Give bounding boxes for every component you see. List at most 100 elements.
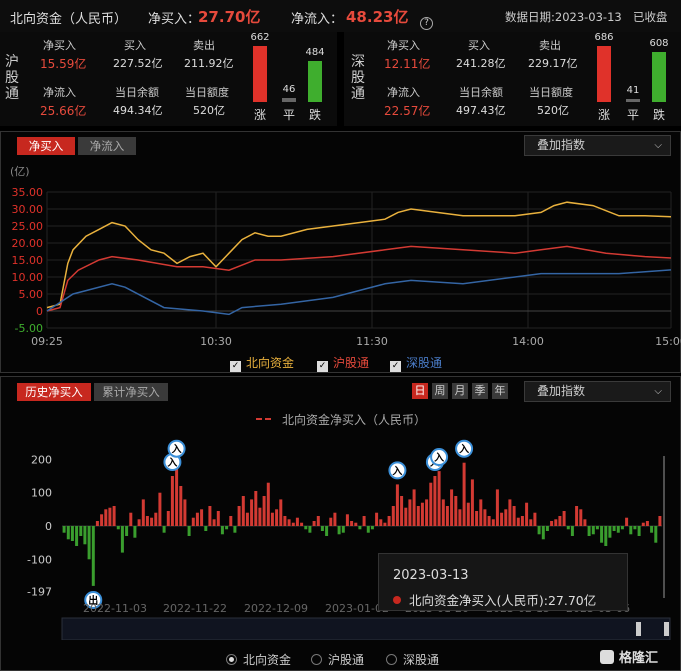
bar bbox=[566, 526, 570, 530]
sh-net-flow-value: 25.66亿 bbox=[40, 104, 87, 118]
bar bbox=[391, 506, 395, 526]
bar bbox=[562, 511, 566, 526]
bar bbox=[591, 526, 595, 535]
tooltip-value-text: 北向资金净买入(人民币):27.70亿 bbox=[409, 593, 597, 608]
y-tick-label: 100 bbox=[31, 487, 52, 500]
period-week[interactable]: 周 bbox=[432, 383, 448, 399]
logo-icon bbox=[600, 650, 614, 664]
period-day[interactable]: 日 bbox=[412, 383, 428, 399]
bar bbox=[579, 509, 583, 526]
bar bbox=[270, 512, 274, 526]
bar bbox=[191, 517, 195, 526]
bar bbox=[329, 517, 333, 526]
bar bbox=[70, 526, 74, 541]
bar bbox=[504, 509, 508, 526]
tab-cumulative-net-buy[interactable]: 累计净买入 bbox=[94, 383, 168, 401]
history-tooltip: 2023-03-13 北向资金净买入(人民币):27.70亿 bbox=[378, 553, 628, 611]
legend-northbound[interactable]: ✓ 北向资金 bbox=[230, 354, 294, 372]
range-slider-handle bbox=[664, 622, 669, 636]
bar bbox=[458, 509, 462, 526]
breadth-bar-flat bbox=[282, 98, 296, 102]
bar bbox=[229, 516, 233, 526]
marker-label: 入 bbox=[434, 452, 444, 464]
history-legend-text: 北向资金净买入（人民币） bbox=[282, 412, 426, 427]
radio-northbound[interactable]: 北向资金 bbox=[226, 651, 291, 668]
bar bbox=[608, 526, 612, 538]
bar bbox=[420, 502, 424, 526]
y-tick-label: 30.00 bbox=[12, 203, 44, 216]
history-overlay-dropdown[interactable]: 叠加指数 ⌵ bbox=[524, 381, 671, 402]
bar bbox=[383, 522, 387, 526]
sh-connect-panel: 沪股通 净买入 15.59亿 买入 227.52亿 卖出 211.92亿 净流入… bbox=[0, 32, 337, 126]
bar bbox=[291, 522, 295, 526]
bar bbox=[237, 506, 241, 526]
bar bbox=[308, 526, 312, 533]
bar bbox=[154, 512, 158, 526]
bar bbox=[137, 519, 141, 526]
bar bbox=[95, 521, 99, 526]
sh-balance-label: 当日余额 bbox=[115, 86, 159, 99]
checkbox-checked-icon: ✓ bbox=[390, 361, 401, 372]
bar bbox=[650, 526, 654, 533]
bar bbox=[450, 489, 454, 526]
y-tick-label: -5.00 bbox=[15, 322, 43, 335]
y-unit-label: (亿) bbox=[10, 165, 30, 178]
bar bbox=[279, 499, 283, 526]
breadth-label-flat: 平 bbox=[282, 108, 295, 122]
sz-sell-value: 229.17亿 bbox=[528, 57, 578, 70]
bar bbox=[570, 526, 574, 536]
breadth-count-down: 608 bbox=[649, 38, 669, 50]
bar bbox=[641, 522, 645, 526]
bar bbox=[475, 511, 479, 526]
net-flow-value: 48.23亿 bbox=[346, 8, 409, 26]
bar bbox=[62, 526, 66, 533]
bar bbox=[87, 526, 91, 560]
legend-sz-connect[interactable]: ✓ 深股通 bbox=[390, 354, 442, 372]
x-tick-label: 11:30 bbox=[356, 335, 388, 348]
bar bbox=[162, 526, 166, 533]
tooltip-date: 2023-03-13 bbox=[393, 568, 469, 583]
tab-net-buy[interactable]: 净买入 bbox=[17, 137, 75, 155]
bar bbox=[141, 499, 145, 526]
period-month[interactable]: 月 bbox=[452, 383, 468, 399]
period-quarter[interactable]: 季 bbox=[472, 383, 488, 399]
bar bbox=[495, 489, 499, 526]
breadth-bar-flat bbox=[626, 98, 640, 102]
y-tick-label: -197 bbox=[27, 586, 52, 599]
radio-sz-connect[interactable]: 深股通 bbox=[386, 651, 439, 668]
bar bbox=[287, 519, 291, 526]
y-tick-label: 0 bbox=[45, 520, 52, 533]
x-tick-label: 2022-11-22 bbox=[163, 602, 227, 615]
bar bbox=[512, 506, 516, 526]
bar bbox=[500, 512, 504, 526]
bar bbox=[554, 519, 558, 526]
bar bbox=[541, 526, 545, 540]
breadth-count-up: 686 bbox=[594, 32, 614, 43]
bar bbox=[179, 486, 183, 526]
bar bbox=[204, 526, 208, 531]
overlay-index-dropdown[interactable]: 叠加指数 ⌵ bbox=[524, 135, 671, 156]
bar bbox=[441, 499, 445, 526]
radio-northbound-label: 北向资金 bbox=[243, 653, 292, 667]
bar bbox=[575, 506, 579, 526]
bar bbox=[583, 519, 587, 526]
bar bbox=[350, 521, 354, 526]
bar bbox=[629, 526, 633, 535]
intraday-chart: (亿) 35.00 30.00 25.00 20.00 15.00 10.00 5.00 0 -5… bbox=[10, 165, 681, 348]
sh-net-flow-label: 净流入 bbox=[43, 86, 76, 99]
sh-quota-value: 520亿 bbox=[193, 104, 225, 117]
radio-sh-connect[interactable]: 沪股通 bbox=[311, 651, 364, 668]
bar bbox=[212, 519, 216, 526]
top-summary-bar: 北向资金（人民币） 净买入： 27.70亿 净流入： 48.23亿 ? 数据日期… bbox=[0, 0, 681, 32]
watermark-text: 格隆汇 bbox=[619, 651, 659, 666]
period-year[interactable]: 年 bbox=[492, 383, 508, 399]
sz-connect-panel: 深股通 净买入 12.11亿 买入 241.28亿 卖出 229.17亿 净流入… bbox=[344, 32, 681, 126]
tab-net-flow[interactable]: 净流入 bbox=[78, 137, 136, 155]
tooltip-value: 北向资金净买入(人民币):27.70亿 bbox=[393, 590, 596, 609]
bar bbox=[433, 476, 437, 526]
bar bbox=[79, 526, 83, 536]
bar bbox=[454, 496, 458, 526]
legend-sh-connect[interactable]: ✓ 沪股通 bbox=[317, 354, 369, 372]
tab-history-net-buy[interactable]: 历史净买入 bbox=[17, 383, 91, 401]
bar bbox=[437, 471, 441, 526]
